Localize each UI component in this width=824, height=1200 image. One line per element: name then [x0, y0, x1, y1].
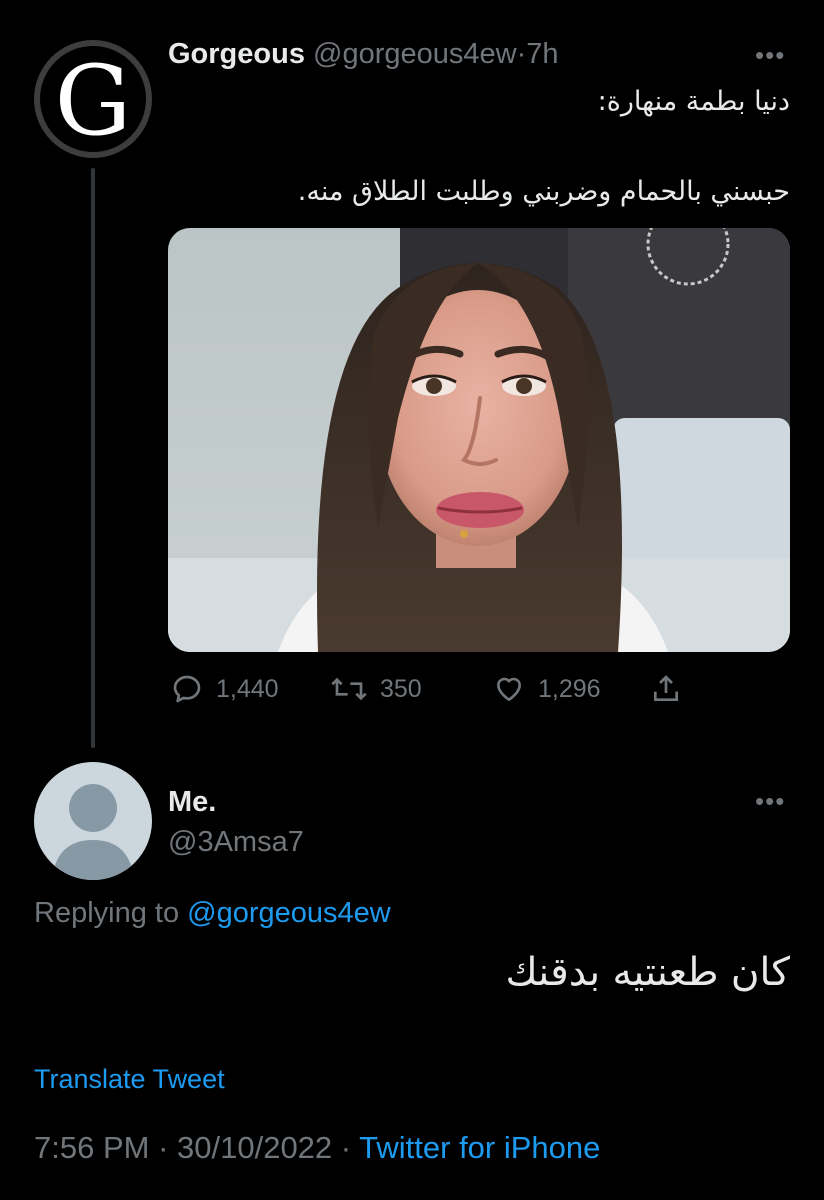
replying-to: Replying to @gorgeous4ew — [34, 897, 391, 930]
reply-time[interactable]: 7:56 PM — [34, 1130, 149, 1165]
header-separator: · — [516, 38, 527, 70]
meta-separator-2: · — [332, 1130, 360, 1165]
retweet-action[interactable]: 350 — [330, 672, 422, 706]
like-action[interactable]: 1,296 — [492, 672, 601, 706]
tweet-meta: 7:56 PM · 30/10/2022 · Twitter for iPhon… — [34, 1130, 600, 1166]
reply-text: كان طعنتيه بدقنك — [505, 950, 790, 995]
tweet-source-link[interactable]: Twitter for iPhone — [359, 1130, 600, 1165]
avatar-letter: G — [40, 46, 146, 152]
tweet-time[interactable]: 7h — [526, 38, 558, 70]
tweet-text-line-1: دنيا بطمة منهارة: — [597, 86, 790, 117]
tweet-photo[interactable] — [168, 228, 790, 652]
default-avatar-icon — [52, 784, 134, 880]
author-avatar[interactable]: G — [34, 40, 152, 158]
retweet-count: 350 — [380, 674, 422, 703]
retweet-icon — [330, 673, 368, 705]
reply-author-handle[interactable]: @3Amsa7 — [168, 826, 304, 859]
thread-connector-line — [91, 168, 95, 748]
more-horizontal-icon[interactable]: ••• — [755, 40, 785, 71]
share-action[interactable] — [650, 672, 682, 706]
heart-icon — [492, 673, 526, 705]
reply-bubble-icon — [170, 673, 204, 705]
replying-prefix: Replying to — [34, 897, 188, 929]
share-icon — [650, 673, 682, 705]
author-name[interactable]: Gorgeous — [168, 38, 305, 70]
reply-action[interactable]: 1,440 — [170, 672, 279, 706]
translate-tweet-link[interactable]: Translate Tweet — [34, 1064, 225, 1095]
replying-mention-link[interactable]: @gorgeous4ew — [187, 897, 391, 929]
meta-separator-1: · — [149, 1130, 178, 1165]
author-handle[interactable]: @gorgeous4ew — [313, 38, 517, 70]
reply-author-name[interactable]: Me. — [168, 786, 216, 819]
tweet-thread: G Gorgeous @gorgeous4ew·7h ••• دنيا بطمة… — [0, 0, 824, 1200]
tweet-header: Gorgeous @gorgeous4ew·7h — [168, 38, 559, 71]
reply-author-avatar[interactable] — [34, 762, 152, 880]
like-count: 1,296 — [538, 674, 601, 703]
reply-count: 1,440 — [216, 674, 279, 703]
reply-date[interactable]: 30/10/2022 — [177, 1130, 332, 1165]
reply-more-horizontal-icon[interactable]: ••• — [755, 786, 785, 817]
tweet-text-line-2: حبسني بالحمام وضربني وطلبت الطلاق منه. — [297, 176, 790, 207]
